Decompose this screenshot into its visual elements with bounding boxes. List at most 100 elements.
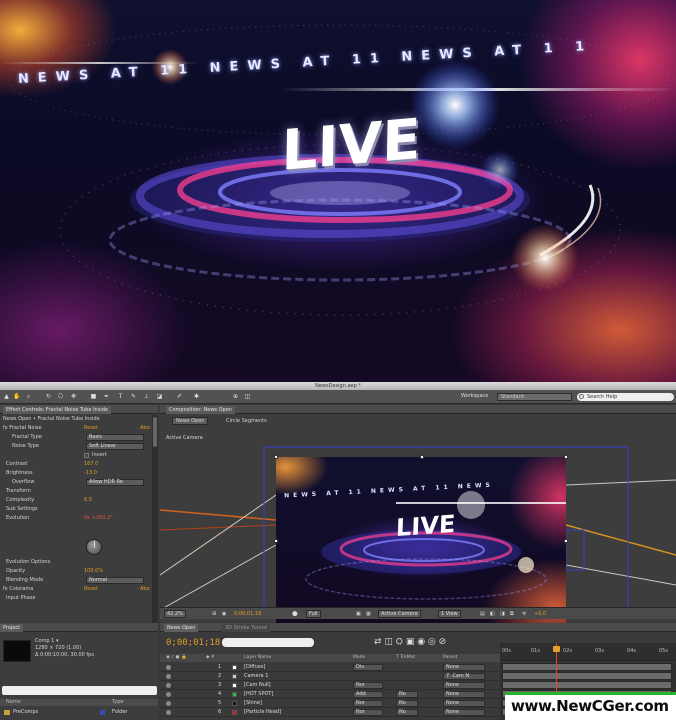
layer-parent-select[interactable]: None [443, 700, 485, 707]
workspace-select[interactable]: Standard [497, 393, 572, 401]
layer-name[interactable]: [HOT SPOT] [244, 690, 273, 699]
col-name[interactable]: Name [6, 699, 21, 706]
col-mode[interactable]: Mode [353, 654, 365, 662]
world-axis-icon[interactable]: ◫ [244, 393, 251, 400]
layer-name[interactable]: [Particle Head] [244, 708, 281, 717]
layer-mode-select[interactable]: Add [353, 691, 383, 698]
composition-viewer[interactable]: NEWS AT 11 NEWS AT 11 NEWS LIVE [276, 457, 566, 625]
view-layout-select[interactable]: 1 View [438, 610, 461, 618]
layer-trkmat-select[interactable]: No [396, 691, 418, 698]
project-comp-name[interactable]: Comp 1 ▾ [35, 638, 58, 644]
blending-mode-select[interactable]: Normal [86, 577, 144, 584]
transform-handle[interactable] [564, 455, 568, 459]
camera-tool-icon[interactable]: ⎔ [57, 393, 64, 400]
brush-tool-icon[interactable]: ✎ [130, 393, 137, 400]
layer-name[interactable]: [Cam Null] [244, 681, 271, 690]
layer-name[interactable]: [Shine] [244, 699, 262, 708]
layer-label-swatch[interactable] [232, 665, 237, 670]
timeline-layer-row[interactable]: 4 [HOT SPOT] Add No None [160, 690, 500, 699]
layer-name[interactable]: [Diffuse] [244, 663, 265, 672]
visibility-eye-icon[interactable] [166, 710, 171, 715]
roto-brush-tool-icon[interactable]: ✐ [176, 393, 183, 400]
transparency-grid-icon[interactable]: ▦ [366, 610, 371, 618]
time-ruler[interactable]: 00s 01s 02s 03s 04s 05s [500, 643, 676, 661]
eraser-tool-icon[interactable]: ◪ [156, 393, 163, 400]
tab-effect-controls[interactable]: Effect Controls: Fractal Noise Tube Insi… [3, 406, 111, 414]
camera-snapshot-icon[interactable]: ◉ [222, 610, 226, 618]
overflow-select[interactable]: Allow HDR Re [86, 479, 144, 486]
noise-type-select[interactable]: Soft Linear [86, 443, 144, 450]
effect-row-sub-settings[interactable]: Sub Settings [0, 505, 158, 514]
rotate-tool-icon[interactable]: ↻ [45, 393, 52, 400]
transform-handle[interactable] [420, 455, 424, 459]
visibility-eye-icon[interactable] [166, 674, 171, 679]
contrast-value[interactable]: 167.0 [84, 460, 98, 469]
transform-handle[interactable] [274, 539, 278, 543]
timeline-layer-row[interactable]: 6 [Particle Head] Nor No None [160, 708, 500, 717]
exposure-value[interactable]: +0.0 [534, 610, 546, 618]
col-layer-name[interactable]: Layer Name [244, 654, 271, 662]
layer-mode-select[interactable]: Nor [353, 709, 383, 716]
timeline-layer-row[interactable]: 5 [Shine] Nor No None [160, 699, 500, 708]
timeline-layer-row[interactable]: 3 [Cam Null] Nor None [160, 681, 500, 690]
resolution-select[interactable]: Full [306, 610, 321, 618]
reset-link[interactable]: Reset [84, 424, 98, 433]
layer-label-swatch[interactable] [232, 683, 237, 688]
transform-handle[interactable] [564, 539, 568, 543]
layer-bar[interactable] [502, 663, 672, 671]
axis-mode-icon[interactable]: ⊕ [232, 393, 239, 400]
about-link[interactable]: Abo [140, 585, 150, 594]
layer-parent-select[interactable]: 7. Cam N [443, 673, 485, 680]
fractal-type-select[interactable]: Basic [86, 434, 144, 441]
evolution-value[interactable]: 0x +260.2° [84, 514, 113, 523]
pen-tool-icon[interactable]: ✒ [103, 393, 110, 400]
visibility-eye-icon[interactable] [166, 683, 171, 688]
tab-3d-stroke-tunnel[interactable]: 3D Stroke Tunnel [222, 624, 271, 632]
about-link[interactable]: Abo [140, 424, 150, 433]
effect-row-transform[interactable]: Transform [0, 487, 158, 496]
layer-parent-select[interactable]: None [443, 709, 485, 716]
flowchart-icon[interactable]: ◨ [500, 610, 505, 618]
comp-flowchart-icon[interactable]: ⧉ [510, 610, 514, 618]
timeline-layer-row[interactable]: 1 [Diffuse] Div None [160, 663, 500, 672]
col-parent[interactable]: Parent [443, 654, 457, 662]
col-trkmat[interactable]: T TrkMat [396, 654, 415, 662]
transform-handle[interactable] [274, 455, 278, 459]
zoom-tool-icon[interactable]: ⌕ [25, 393, 32, 400]
evolution-angle-dial[interactable] [86, 539, 102, 555]
timeline-timecode[interactable]: 0;00;01;18 [166, 638, 220, 648]
layer-mode-select[interactable]: Nor [353, 700, 383, 707]
layer-name[interactable]: Camera 1 [244, 672, 268, 681]
grid-toggle-icon[interactable]: ⊞ [212, 610, 216, 618]
snapshot-icon[interactable]: ⬤ [292, 610, 298, 618]
camera-select[interactable]: Active Camera [378, 610, 421, 618]
layer-bar[interactable] [502, 681, 672, 689]
layer-mode-select[interactable]: Nor [353, 682, 383, 689]
layer-parent-select[interactable]: None [443, 664, 485, 671]
puppet-tool-icon[interactable]: ✱ [193, 393, 200, 400]
hand-tool-icon[interactable]: ✋ [13, 393, 20, 400]
mask-tool-icon[interactable]: ■ [90, 393, 97, 400]
timeline-search-input[interactable] [222, 638, 314, 647]
layer-trkmat-select[interactable]: No [396, 709, 418, 716]
tab-project[interactable]: Project [0, 624, 24, 632]
visibility-eye-icon[interactable] [166, 701, 171, 706]
zoom-select[interactable]: 42.2% [164, 610, 186, 618]
tab-composition[interactable]: Composition: News Open [166, 406, 235, 414]
selection-tool-icon[interactable]: ▲ [3, 393, 10, 400]
opacity-value[interactable]: 100.0% [84, 567, 103, 576]
layer-mode-select[interactable]: Div [353, 664, 383, 671]
region-of-interest-icon[interactable]: ▣ [356, 610, 361, 618]
exposure-reset-icon[interactable]: ✲ [522, 610, 526, 618]
complexity-value[interactable]: 6.0 [84, 496, 92, 505]
visibility-eye-icon[interactable] [166, 692, 171, 697]
clone-stamp-tool-icon[interactable]: ⊥ [143, 393, 150, 400]
timeline-layer-row[interactable]: 2 Camera 1 7. Cam N [160, 672, 500, 681]
layer-trkmat-select[interactable]: No [396, 700, 418, 707]
timeline-toggle-icon[interactable]: ◧ [490, 610, 495, 618]
layer-label-swatch[interactable] [232, 710, 237, 715]
text-tool-icon[interactable]: T [117, 393, 124, 400]
layer-label-swatch[interactable] [232, 701, 237, 706]
fast-previews-icon[interactable]: ▤ [480, 610, 485, 618]
current-time-display[interactable]: 0;00;01;18 [234, 610, 261, 618]
